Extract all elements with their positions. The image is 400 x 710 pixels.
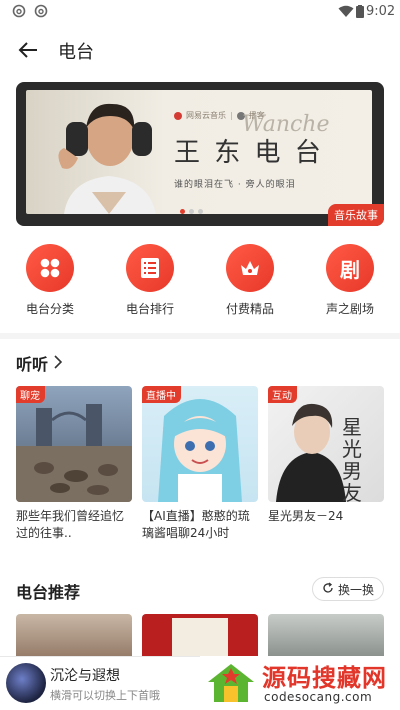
battery-icon [356, 5, 364, 22]
watermark-url: codesocang.com [264, 690, 373, 704]
crown-icon [226, 244, 274, 292]
listen-card[interactable]: 星光男友 互动 星光男友－24 [268, 386, 384, 525]
card-tag: 互动 [268, 386, 297, 403]
category-label: 电台排行 [125, 302, 174, 316]
watermark-site: 源码搜藏网 [262, 664, 387, 692]
grid-icon [26, 244, 74, 292]
page-title: 电台 [58, 42, 94, 63]
category-label: 电台分类 [25, 302, 74, 316]
category-drama-theater[interactable]: 剧 声之剧场 [300, 244, 400, 324]
listen-card[interactable]: 聊宠 那些年我们曾经追忆过的往事.. [16, 386, 132, 542]
netease-notif-icon [12, 4, 26, 22]
watermark: 源码搜藏网 codesocang.com [200, 656, 400, 710]
section-divider [0, 333, 400, 339]
card-cover: 直播中 [142, 386, 258, 502]
list-icon [126, 244, 174, 292]
banner-tag: 音乐故事 [328, 204, 384, 226]
card-title: 那些年我们曾经追忆过的往事.. [16, 509, 125, 540]
banner-dots [180, 209, 203, 214]
host-photo [44, 92, 174, 214]
drama-icon: 剧 [326, 244, 374, 292]
back-icon[interactable] [16, 38, 40, 66]
card-cover: 聊宠 [16, 386, 132, 502]
listen-section-header[interactable]: 听听 [16, 351, 63, 375]
recommend-section-title: 电台推荐 [16, 583, 81, 602]
banner-title: 王 东 电 台 [174, 138, 324, 168]
netease-notif-icon [34, 4, 48, 22]
clock: 9:02 [366, 4, 396, 19]
player-subtitle: 横滑可以切换上下首哦 [50, 689, 160, 702]
section-title: 听听 [16, 355, 49, 374]
refresh-label: 换一换 [337, 582, 374, 597]
category-label: 付费精品 [225, 302, 274, 316]
category-label: 声之剧场 [325, 302, 374, 316]
top-nav: 电台 [0, 24, 400, 76]
status-bar: 9:02 [0, 0, 400, 24]
card-cover-text: 星光男友 [342, 415, 362, 502]
chevron-right-icon [54, 354, 63, 373]
category-radio-categories[interactable]: 电台分类 [0, 244, 100, 324]
card-tag: 直播中 [142, 386, 181, 403]
card-tag: 聊宠 [16, 386, 45, 403]
refresh-button[interactable]: 换一换 [312, 577, 384, 601]
banner-carousel[interactable]: 网易云音乐 | 播客 Wanche 王 东 电 台 谁的眼泪在飞 · 旁人的眼泪… [16, 82, 384, 226]
card-cover: 星光男友 互动 [268, 386, 384, 502]
banner-brand: 网易云音乐 [186, 111, 226, 120]
card-title: 星光男友－24 [268, 509, 344, 523]
player-title: 沉沦与遐想 [50, 668, 120, 684]
banner-subtitle: 谁的眼泪在飞 · 旁人的眼泪 [174, 180, 296, 190]
card-title: 【AI直播】憨憨的琉璃酱唱聊24小时 [142, 509, 250, 540]
category-paid-premium[interactable]: 付费精品 [200, 244, 300, 324]
player-album-art [6, 663, 46, 703]
refresh-icon [322, 581, 334, 597]
listen-card[interactable]: 直播中 【AI直播】憨憨的琉璃酱唱聊24小时 [142, 386, 258, 542]
watermark-house-icon [208, 664, 254, 702]
category-radio-ranking[interactable]: 电台排行 [100, 244, 200, 324]
wifi-icon [338, 5, 354, 22]
